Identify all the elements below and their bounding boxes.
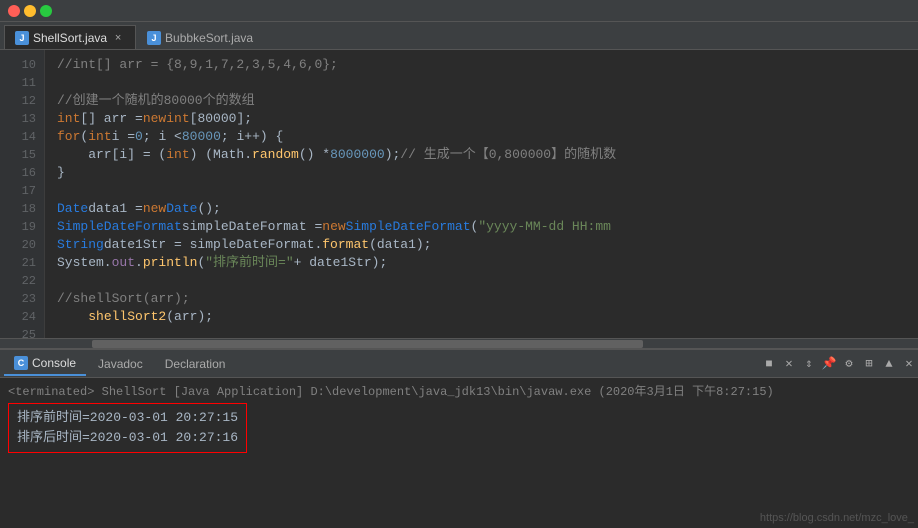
panel-scroll-lock-btn[interactable]: ⇕: [800, 355, 818, 373]
panel-clear-btn[interactable]: ✕: [780, 355, 798, 373]
csdn-watermark: https://blog.csdn.net/mzc_love_: [760, 512, 914, 524]
console-output-line-2: 排序后时间=2020-03-01 20:27:16: [17, 428, 238, 448]
line-num-16: 16: [0, 164, 44, 182]
line-num-10: 10: [0, 56, 44, 74]
code-line-19: SimpleDateFormat simpleDateFormat = new …: [57, 218, 918, 236]
line-num-25: 25: [0, 326, 44, 338]
maximize-window-btn[interactable]: [40, 5, 52, 17]
panel-tab-bar: C Console Javadoc Declaration ■ ✕ ⇕ 📌 ⚙ …: [0, 350, 918, 378]
panel-maximize-btn[interactable]: ▲: [880, 355, 898, 373]
code-container: 10 11 12 13 14 15 16 17 18 19 20 21 22 2…: [0, 50, 918, 338]
tab-icon-shellsort: J: [15, 31, 29, 45]
panel-tab-console[interactable]: C Console: [4, 352, 86, 376]
panel-tab-console-label: Console: [32, 356, 76, 370]
line-num-12: 12: [0, 92, 44, 110]
console-terminated-text: <terminated> ShellSort [Java Application…: [8, 382, 910, 399]
line-num-22: 22: [0, 272, 44, 290]
panel-tab-javadoc[interactable]: Javadoc: [88, 352, 153, 376]
editor-tab-bar: J ShellSort.java × J BubbkeSort.java: [0, 22, 918, 50]
code-line-15: arr[i] = (int) (Math.random() * 8000000)…: [57, 146, 918, 164]
tab-icon-bubbkesort: J: [147, 31, 161, 45]
line-num-13: 13: [0, 110, 44, 128]
code-line-10: //int[] arr = {8,9,1,7,2,3,5,4,6,0};: [57, 56, 918, 74]
code-line-13: int[] arr = new int[80000];: [57, 110, 918, 128]
code-editor[interactable]: //int[] arr = {8,9,1,7,2,3,5,4,6,0}; //创…: [45, 50, 918, 338]
code-line-11: [57, 74, 918, 92]
tab-close-shellsort[interactable]: ×: [111, 31, 125, 45]
code-scrollbar-thumb[interactable]: [92, 340, 643, 348]
line-num-24: 24: [0, 308, 44, 326]
line-num-21: 21: [0, 254, 44, 272]
code-line-20: String date1Str = simpleDateFormat.forma…: [57, 236, 918, 254]
panel-stop-btn[interactable]: ■: [760, 355, 778, 373]
line-num-19: 19: [0, 218, 44, 236]
console-output-box: 排序前时间=2020-03-01 20:27:15 排序后时间=2020-03-…: [8, 403, 247, 453]
line-num-18: 18: [0, 200, 44, 218]
line-num-23: 23: [0, 290, 44, 308]
code-line-24: shellSort2(arr);: [57, 308, 918, 326]
panel-close-btn[interactable]: ✕: [900, 355, 918, 373]
panel-settings-btn[interactable]: ⚙: [840, 355, 858, 373]
tab-bubbkesort[interactable]: J BubbkeSort.java: [136, 25, 264, 49]
tab-label-bubbkesort: BubbkeSort.java: [165, 31, 253, 45]
tab-shellsort[interactable]: J ShellSort.java ×: [4, 25, 136, 49]
top-bar: [0, 0, 918, 22]
line-numbers: 10 11 12 13 14 15 16 17 18 19 20 21 22 2…: [0, 50, 45, 338]
code-line-21: System.out.println("排序前时间=" + date1Str);: [57, 254, 918, 272]
close-window-btn[interactable]: [8, 5, 20, 17]
code-line-18: Date data1 = new Date();: [57, 200, 918, 218]
console-output-line-1: 排序前时间=2020-03-01 20:27:15: [17, 408, 238, 428]
window-controls: [8, 5, 52, 17]
line-num-17: 17: [0, 182, 44, 200]
editor-area: 10 11 12 13 14 15 16 17 18 19 20 21 22 2…: [0, 50, 918, 348]
code-line-12: //创建一个随机的80000个的数组: [57, 92, 918, 110]
minimize-window-btn[interactable]: [24, 5, 36, 17]
line-num-14: 14: [0, 128, 44, 146]
line-num-20: 20: [0, 236, 44, 254]
code-line-23: //shellSort(arr);: [57, 290, 918, 308]
panel-tab-declaration-label: Declaration: [165, 357, 226, 371]
code-line-14: for (int i = 0; i < 80000; i++) {: [57, 128, 918, 146]
code-horizontal-scrollbar[interactable]: [0, 338, 918, 348]
console-content: <terminated> ShellSort [Java Application…: [0, 378, 918, 528]
code-line-22: [57, 272, 918, 290]
panel-pin-btn[interactable]: 📌: [820, 355, 838, 373]
line-num-11: 11: [0, 74, 44, 92]
code-line-25: [57, 326, 918, 338]
console-icon: C: [14, 356, 28, 370]
code-line-17: [57, 182, 918, 200]
tab-label-shellsort: ShellSort.java: [33, 31, 107, 45]
panel-tab-declaration[interactable]: Declaration: [155, 352, 236, 376]
panel-restore-btn[interactable]: ⊞: [860, 355, 878, 373]
code-line-16: }: [57, 164, 918, 182]
line-num-15: 15: [0, 146, 44, 164]
panel-tab-javadoc-label: Javadoc: [98, 357, 143, 371]
bottom-panel: C Console Javadoc Declaration ■ ✕ ⇕ 📌 ⚙ …: [0, 348, 918, 528]
